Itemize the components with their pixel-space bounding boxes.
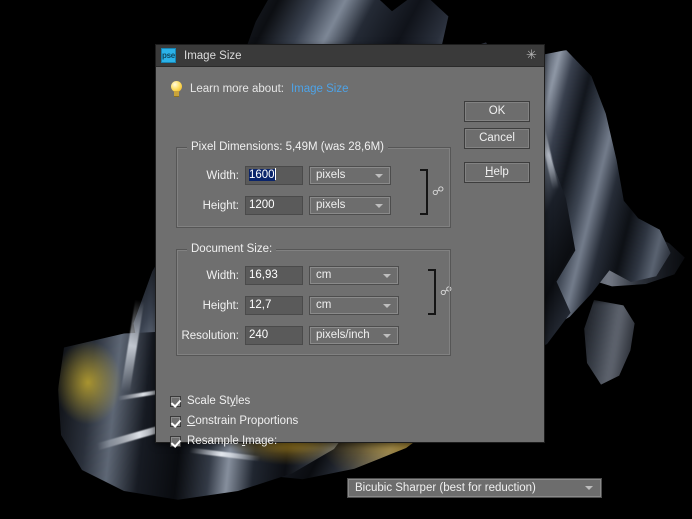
learn-more-row: Learn more about: Image Size <box>170 81 349 97</box>
learn-more-label: Learn more about: <box>190 83 284 95</box>
cancel-button[interactable]: Cancel <box>464 128 530 149</box>
link-bracket <box>420 169 428 215</box>
pixel-width-label: Width: <box>206 169 239 182</box>
dialog-title: Image Size <box>184 49 242 62</box>
doc-width-label: Width: <box>206 269 239 282</box>
doc-width-unit-select[interactable]: cm <box>309 266 399 285</box>
chevron-down-icon <box>375 204 383 208</box>
doc-height-unit-value: cm <box>316 299 332 311</box>
scale-styles-label: Scale Styles <box>187 395 251 407</box>
doc-resolution-input[interactable]: 240 <box>245 326 303 345</box>
pixel-constrain-link: ☍ <box>420 169 450 215</box>
link-bracket <box>428 269 436 315</box>
resample-image-checkbox-row[interactable]: Resample Image: <box>170 435 277 447</box>
help-rest: elp <box>493 166 509 178</box>
doc-width-unit-value: cm <box>316 269 332 281</box>
resample-image-checkbox[interactable] <box>170 435 181 447</box>
dialog-titlebar[interactable]: pse Image Size ✳ <box>156 45 544 67</box>
pixel-height-unit-select[interactable]: pixels <box>309 196 391 215</box>
pixel-height-label: Height: <box>202 199 239 212</box>
pixel-dimensions-title: Pixel Dimensions: 5,49M (was 28,6M) <box>187 141 389 153</box>
dialog-body: Learn more about: Image Size OK Cancel H… <box>156 67 602 498</box>
doc-resolution-unit-value: pixels/inch <box>316 329 370 341</box>
chevron-down-icon <box>383 274 391 278</box>
ok-button[interactable]: OK <box>464 101 530 122</box>
pixel-width-unit-value: pixels <box>316 169 346 181</box>
mineral-blurred-blade-2 <box>584 300 635 385</box>
pixel-height-unit-value: pixels <box>316 199 346 211</box>
document-size-title: Document Size: <box>187 243 277 255</box>
constrain-proportions-checkbox-row[interactable]: Constrain Proportions <box>170 415 298 427</box>
doc-height-label: Height: <box>202 299 239 312</box>
help-button[interactable]: Help <box>464 162 530 183</box>
chevron-down-icon <box>375 174 383 178</box>
doc-constrain-link: ☍ <box>428 269 458 315</box>
close-icon[interactable]: ✳ <box>524 48 539 63</box>
pixel-width-unit-select[interactable]: pixels <box>309 166 391 185</box>
pixel-height-input[interactable]: 1200 <box>245 196 303 215</box>
doc-resolution-row: Resolution: 240 pixels/inch <box>173 326 399 345</box>
doc-width-row: Width: 16,93 cm <box>173 266 399 285</box>
resample-image-label: Resample Image: <box>187 435 278 447</box>
chain-link-icon: ☍ <box>440 284 453 298</box>
document-size-group: Document Size: Width: 16,93 cm Height: 1… <box>173 243 452 356</box>
scale-styles-checkbox[interactable] <box>170 395 181 407</box>
doc-height-input[interactable]: 12,7 <box>245 296 303 315</box>
constrain-proportions-label: Constrain Proportions <box>187 415 299 427</box>
doc-width-input[interactable]: 16,93 <box>245 266 303 285</box>
pixel-width-row: Width: 1600 pixels <box>173 166 391 185</box>
pixel-width-input[interactable]: 1600 <box>245 166 303 185</box>
doc-resolution-unit-select[interactable]: pixels/inch <box>309 326 399 345</box>
learn-more-link[interactable]: Image Size <box>291 83 349 95</box>
doc-height-unit-select[interactable]: cm <box>309 296 399 315</box>
doc-resolution-label: Resolution: <box>181 329 239 342</box>
photoshop-elements-icon: pse <box>161 48 176 63</box>
resample-method-value: Bicubic Sharper (best for reduction) <box>355 482 536 494</box>
lightbulb-icon <box>170 81 183 97</box>
pixel-height-row: Height: 1200 pixels <box>173 196 391 215</box>
chevron-down-icon <box>383 304 391 308</box>
chevron-down-icon <box>585 486 593 490</box>
resample-method-select[interactable]: Bicubic Sharper (best for reduction) <box>347 478 602 498</box>
scale-styles-checkbox-row[interactable]: Scale Styles <box>170 395 250 407</box>
constrain-proportions-checkbox[interactable] <box>170 415 181 427</box>
image-size-dialog: pse Image Size ✳ Learn more about: Image… <box>155 44 602 498</box>
chain-link-icon: ☍ <box>432 184 445 198</box>
chevron-down-icon <box>383 334 391 338</box>
pixel-dimensions-group: Pixel Dimensions: 5,49M (was 28,6M) Widt… <box>173 141 451 228</box>
doc-height-row: Height: 12,7 cm <box>173 296 399 315</box>
